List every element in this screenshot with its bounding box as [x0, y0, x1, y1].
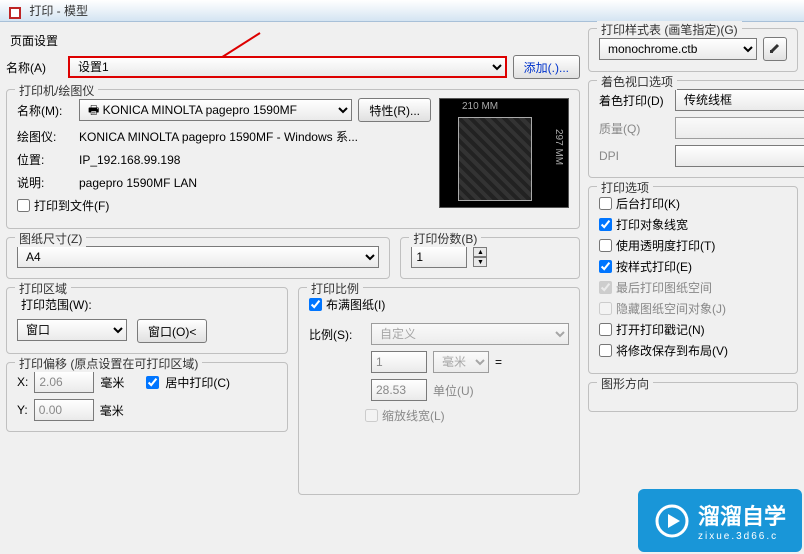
location-value: IP_192.168.99.198: [79, 153, 180, 167]
add-button[interactable]: 添加(.)...: [513, 55, 580, 79]
copies-down[interactable]: ▼: [473, 257, 487, 267]
orientation-legend: 图形方向: [597, 375, 653, 392]
paper-size-legend: 图纸尺寸(Z): [15, 230, 86, 247]
viewport-legend: 着色视口选项: [597, 73, 677, 90]
shade-label: 着色打印(D): [599, 92, 669, 109]
watermark-sub: zixue.3d66.c: [698, 531, 786, 542]
opt-style-checkbox[interactable]: [599, 260, 612, 273]
opt-stamp-checkbox[interactable]: [599, 323, 612, 336]
paper-size-section: 图纸尺寸(Z) A4: [6, 237, 390, 279]
print-area-section: 打印区域 打印范围(W): 窗口 窗口(O)<: [6, 287, 288, 354]
x-label: X:: [17, 375, 28, 389]
print-to-file-checkbox[interactable]: [17, 199, 30, 212]
print-range-select[interactable]: 窗口: [17, 319, 127, 341]
plot-style-legend: 打印样式表 (画笔指定)(G): [597, 21, 742, 38]
properties-button[interactable]: 特性(R)...: [358, 98, 431, 122]
y-label: Y:: [17, 403, 28, 417]
center-label: 居中打印(C): [165, 374, 230, 391]
ratio-label: 比例(S):: [309, 326, 365, 343]
x-unit: 毫米: [100, 374, 124, 391]
opt-hide-checkbox: [599, 302, 612, 315]
opt-save-label: 将修改保存到布局(V): [616, 342, 728, 359]
opt-style-label: 按样式打印(E): [616, 258, 692, 275]
plot-style-edit-button[interactable]: [763, 37, 787, 61]
opt-hide-label: 隐藏图纸空间对象(J): [616, 300, 726, 317]
copies-up[interactable]: ▲: [473, 247, 487, 257]
center-checkbox[interactable]: [146, 376, 159, 389]
offset-section: 打印偏移 (原点设置在可打印区域) X: 毫米 居中打印(C) Y: 毫米: [6, 362, 288, 432]
titlebar: 打印 - 模型: [0, 0, 804, 22]
play-icon: [654, 503, 690, 539]
print-options-section: 打印选项 后台打印(K) 打印对象线宽 使用透明度打印(T) 按样式打印(E) …: [588, 186, 798, 374]
quality-select: [675, 117, 804, 139]
paper-preview: 210 MM 297 MM: [439, 98, 569, 208]
range-label: 打印范围(W):: [17, 296, 277, 313]
window-button[interactable]: 窗口(O)<: [137, 319, 207, 343]
scale-unit-select: 毫米: [433, 351, 489, 373]
offset-x-input: [34, 371, 94, 393]
orientation-section: 图形方向: [588, 382, 798, 412]
print-to-file-label: 打印到文件(F): [34, 197, 109, 214]
scale-num-input: [371, 351, 427, 373]
preview-height: 297 MM: [553, 129, 564, 165]
pencil-icon: [769, 42, 781, 54]
opt-trans-checkbox[interactable]: [599, 239, 612, 252]
opt-lw-label: 打印对象线宽: [616, 216, 688, 233]
shade-select[interactable]: 传统线框: [675, 89, 804, 111]
plot-style-select[interactable]: monochrome.ctb: [599, 38, 757, 60]
title-text: 打印 - 模型: [29, 4, 88, 18]
print-options-legend: 打印选项: [597, 179, 653, 196]
opt-lw-checkbox[interactable]: [599, 218, 612, 231]
desc-value: pagepro 1590MF LAN: [79, 176, 197, 190]
page-settings-legend: 页面设置: [6, 32, 580, 49]
dpi-label: DPI: [599, 149, 669, 163]
offset-y-input: [34, 399, 94, 421]
printer-legend: 打印机/绘图仪: [15, 82, 98, 99]
desc-label: 说明:: [17, 174, 73, 191]
page-settings-section: 页面设置 名称(A) 设置1 添加(.)...: [6, 28, 580, 89]
page-setup-name-select[interactable]: 设置1: [68, 56, 507, 78]
opt-stamp-label: 打开打印戳记(N): [616, 321, 705, 338]
copies-input[interactable]: [411, 246, 467, 268]
copies-legend: 打印份数(B): [409, 230, 481, 247]
plotter-label: 绘图仪:: [17, 128, 73, 145]
opt-save-checkbox[interactable]: [599, 344, 612, 357]
paper-size-select[interactable]: A4: [17, 246, 379, 268]
fit-checkbox[interactable]: [309, 298, 322, 311]
name-label: 名称(A): [6, 59, 62, 76]
eq-sign: =: [495, 355, 502, 369]
den-unit: 单位(U): [433, 382, 474, 399]
scale-legend: 打印比例: [307, 280, 363, 297]
scale-section: 打印比例 布满图纸(I) 比例(S): 自定义: [298, 287, 580, 495]
dpi-input: [675, 145, 804, 167]
preview-width: 210 MM: [462, 101, 498, 112]
location-label: 位置:: [17, 151, 73, 168]
copies-section: 打印份数(B) ▲ ▼: [400, 237, 580, 279]
printer-name-select[interactable]: 🖶 KONICA MINOLTA pagepro 1590MF: [79, 99, 352, 121]
plotter-value: KONICA MINOLTA pagepro 1590MF - Windows …: [79, 128, 358, 145]
offset-legend: 打印偏移 (原点设置在可打印区域): [15, 355, 202, 372]
opt-bg-label: 后台打印(K): [616, 195, 680, 212]
app-icon: [8, 5, 22, 19]
ratio-select: 自定义: [371, 323, 569, 345]
opt-bg-checkbox[interactable]: [599, 197, 612, 210]
plot-style-section: 打印样式表 (画笔指定)(G) monochrome.ctb: [588, 28, 798, 72]
printer-section: 打印机/绘图仪 名称(M): 🖶 KONICA MINOLTA pagepro …: [6, 89, 580, 229]
print-area-legend: 打印区域: [15, 280, 71, 297]
fit-label: 布满图纸(I): [326, 296, 385, 313]
scale-lw-checkbox: [365, 409, 378, 422]
viewport-section: 着色视口选项 着色打印(D) 传统线框 质量(Q) DPI: [588, 80, 804, 178]
quality-label: 质量(Q): [599, 120, 669, 137]
y-unit: 毫米: [100, 402, 124, 419]
opt-trans-label: 使用透明度打印(T): [616, 237, 715, 254]
watermark: 溜溜自学 zixue.3d66.c: [638, 489, 802, 552]
opt-last-label: 最后打印图纸空间: [616, 279, 712, 296]
watermark-text: 溜溜自学: [698, 499, 786, 531]
scale-den-input: [371, 379, 427, 401]
opt-last-checkbox: [599, 281, 612, 294]
printer-name-label: 名称(M):: [17, 102, 73, 119]
scale-lw-label: 缩放线宽(L): [382, 407, 445, 424]
